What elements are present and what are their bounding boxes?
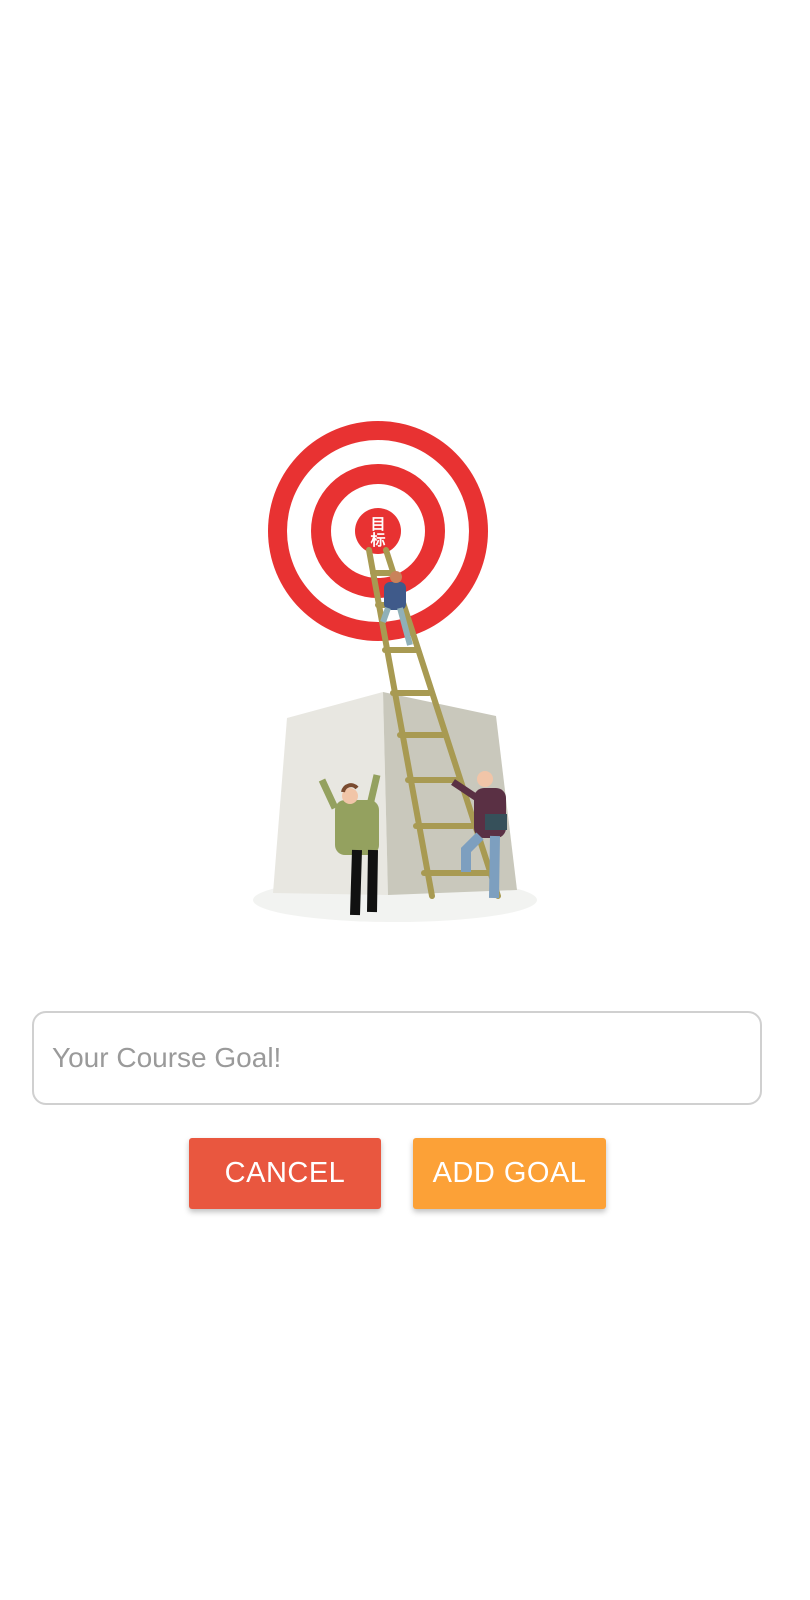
cancel-button[interactable]: CANCEL	[189, 1138, 381, 1209]
goal-illustration: 目 标	[253, 421, 537, 922]
svg-text:标: 标	[369, 531, 385, 549]
course-goal-input[interactable]	[32, 1011, 762, 1105]
add-goal-button[interactable]: ADD GOAL	[413, 1138, 606, 1209]
